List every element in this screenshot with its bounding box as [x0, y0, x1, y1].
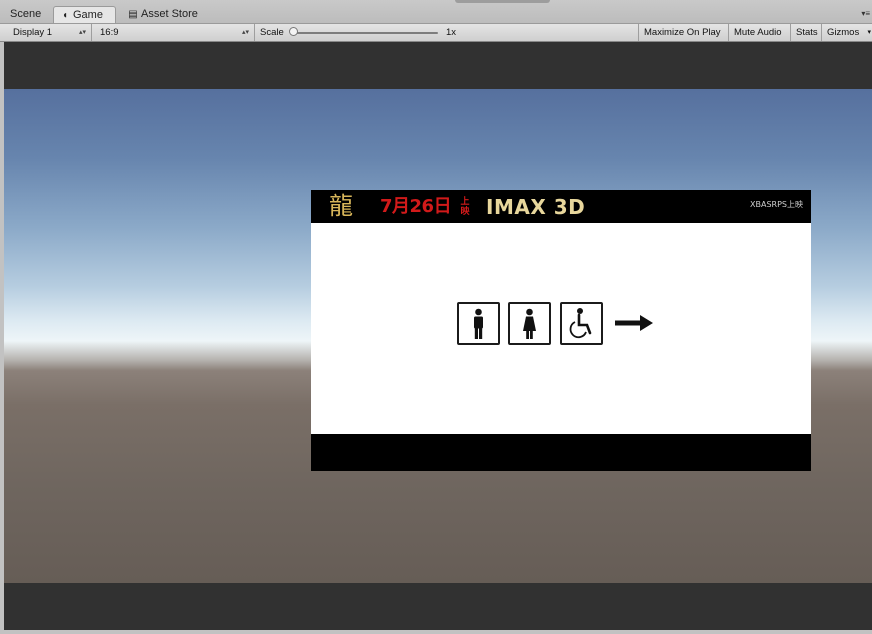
ad-banner: 龍 7月26日 上映 IMAX 3D XBASRPS上映 [311, 190, 811, 223]
accessible-restroom-sign [560, 302, 603, 345]
gizmos-button-label: Gizmos [827, 27, 860, 38]
game-toolbar: Display 1 ▴▾ 16:9 ▴▾ Scale 1x Maximize O… [0, 24, 872, 42]
scale-slider[interactable] [289, 24, 438, 41]
wheelchair-accessible-icon [569, 308, 592, 339]
tab-game[interactable]: ◖ Game [53, 6, 116, 23]
store-bag-icon: ▤ [128, 9, 138, 20]
updown-arrows-icon: ▴▾ [78, 29, 86, 36]
display-select[interactable]: Display 1 ▴▾ [0, 24, 92, 41]
billboard-ad: 龍 7月26日 上映 IMAX 3D XBASRPS上映 [311, 190, 811, 471]
maximize-on-play-button[interactable]: Maximize On Play [638, 24, 728, 41]
display-select-value: Display 1 [13, 27, 53, 38]
editor-tab-bar: Scene ◖ Game ▤ Asset Store ▾≡ [0, 0, 872, 24]
game-viewport[interactable]: 龍 7月26日 上映 IMAX 3D XBASRPS上映 [4, 89, 872, 583]
dragon-logo-icon: 龍 [329, 192, 353, 220]
format-label: IMAX 3D [486, 195, 586, 219]
tab-scene[interactable]: Scene [4, 6, 47, 23]
men-restroom-sign [457, 302, 500, 345]
game-pacman-icon: ◖ [61, 10, 69, 21]
men-restroom-icon [474, 308, 483, 339]
aspect-ratio-value: 16:9 [100, 27, 119, 38]
scale-label: Scale [260, 27, 284, 38]
updown-arrows-icon: ▴▾ [241, 29, 249, 36]
tab-game-label: Game [73, 9, 103, 21]
tab-menu-icon[interactable]: ▾≡ [861, 9, 870, 18]
ad-sign-area [311, 223, 811, 434]
game-view[interactable]: 龍 7月26日 上映 IMAX 3D XBASRPS上映 [4, 42, 872, 630]
women-restroom-icon [523, 308, 536, 339]
tab-asset-store-label: Asset Store [141, 8, 198, 20]
stats-button[interactable]: Stats [790, 24, 821, 41]
tab-scene-label: Scene [10, 8, 42, 20]
right-arrow-icon [615, 315, 653, 331]
scale-slider-track[interactable] [292, 32, 438, 34]
mute-audio-button[interactable]: Mute Audio [728, 24, 790, 41]
release-date: 7月26日 [380, 196, 452, 217]
ad-small-text: XBASRPS上映 [750, 200, 803, 209]
tab-asset-store[interactable]: ▤ Asset Store [122, 6, 204, 23]
dropdown-arrow-icon[interactable]: ▾ [867, 24, 871, 41]
scale-value: 1x [446, 27, 457, 38]
women-restroom-sign [508, 302, 551, 345]
window-drag-handle[interactable] [455, 0, 550, 3]
release-suffix: 上映 [460, 196, 470, 216]
aspect-ratio-select[interactable]: 16:9 ▴▾ [93, 24, 255, 41]
scale-slider-knob[interactable] [289, 27, 298, 36]
gizmos-button[interactable]: Gizmos ▾ [821, 24, 872, 41]
